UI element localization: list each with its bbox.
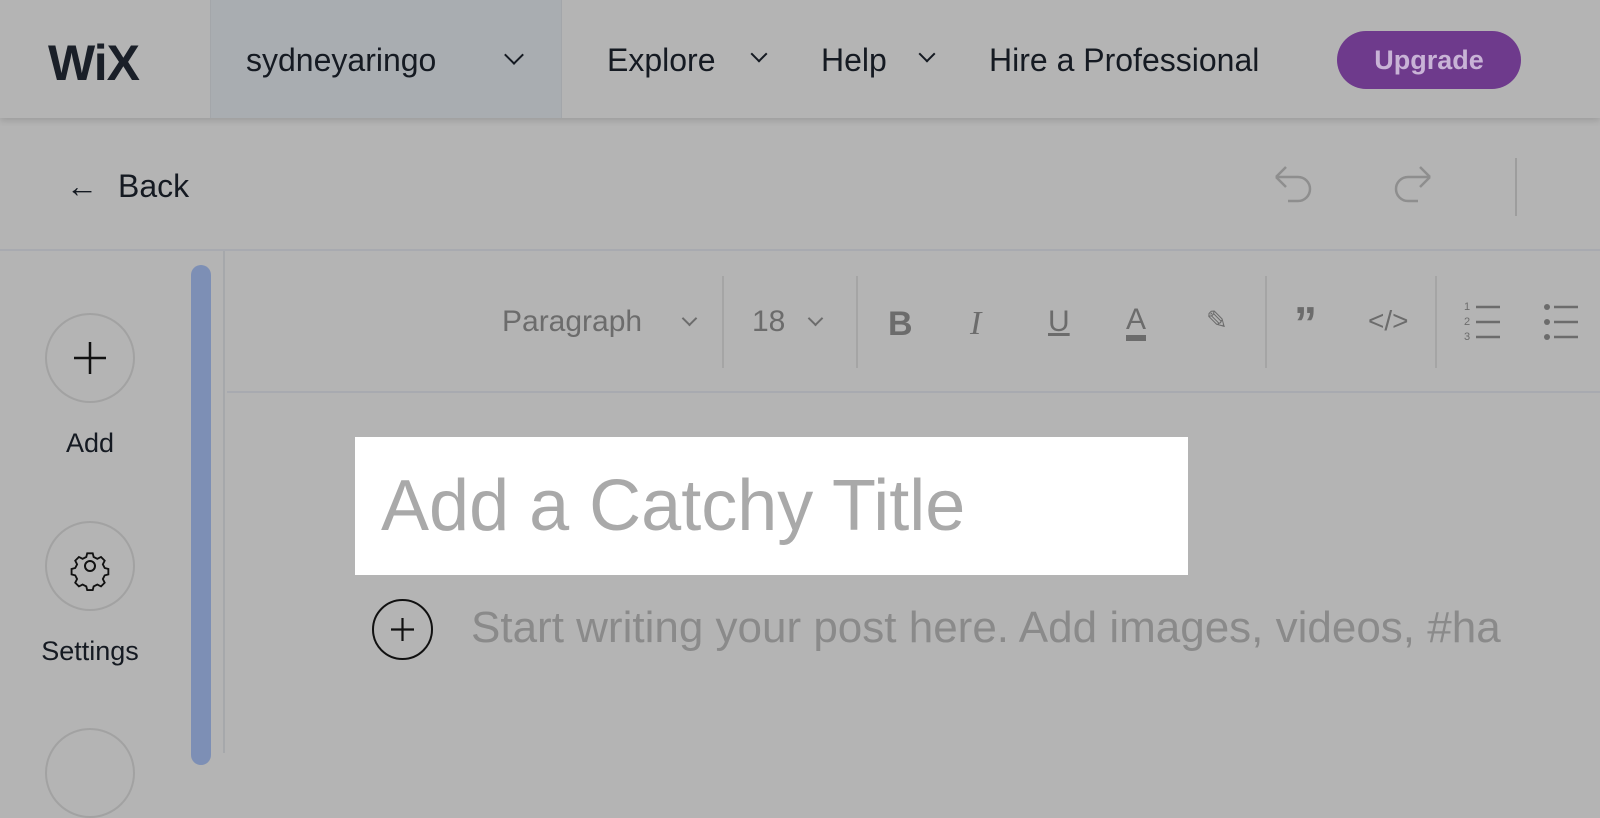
font-size-value: 18 [752, 305, 786, 338]
divider [1435, 276, 1437, 368]
top-bar: WiX sydneyaringo Explore Help Hire a Pro… [0, 0, 1600, 118]
underline-icon[interactable]: U [1048, 305, 1070, 339]
undo-icon[interactable] [1272, 165, 1316, 207]
nav-hire-professional[interactable]: Hire a Professional [989, 42, 1259, 79]
nav-help[interactable]: Help [821, 42, 936, 79]
divider [856, 276, 858, 368]
chevron-down-icon [750, 45, 768, 63]
add-block-button[interactable] [372, 599, 433, 660]
text-color-icon[interactable]: A [1126, 305, 1147, 341]
site-selector[interactable]: sydneyaringo [210, 0, 562, 118]
sidebar-item[interactable] [45, 728, 135, 818]
gear-icon [70, 552, 110, 592]
back-label: Back [118, 168, 190, 204]
quote-icon[interactable]: ” [1294, 300, 1317, 346]
nav-label: Explore [607, 42, 716, 78]
font-size-dropdown[interactable]: 18 [752, 305, 824, 339]
scrollbar[interactable] [191, 265, 211, 765]
title-placeholder: Add a Catchy Title [381, 466, 966, 546]
svg-text:3: 3 [1464, 331, 1470, 342]
site-name: sydneyaringo [246, 42, 437, 78]
paragraph-label: Paragraph [502, 305, 643, 338]
back-bar [0, 118, 1600, 251]
title-input[interactable]: Add a Catchy Title [355, 437, 1188, 575]
highlight-icon[interactable]: ✎ [1206, 305, 1228, 336]
arrow-left-icon: ← [66, 168, 98, 204]
nav-label: Help [821, 42, 887, 78]
bulleted-list-icon[interactable] [1540, 300, 1600, 342]
add-button[interactable] [45, 313, 135, 403]
chevron-down-icon [918, 45, 936, 63]
plus-icon [391, 618, 414, 641]
nav-explore[interactable]: Explore [607, 42, 768, 79]
redo-icon[interactable] [1390, 165, 1434, 207]
svg-text:2: 2 [1464, 316, 1470, 328]
settings-label: Settings [41, 636, 139, 666]
settings-button[interactable] [45, 521, 135, 611]
numbered-list-icon[interactable]: 1 2 3 [1462, 300, 1504, 342]
chevron-down-icon [504, 45, 524, 65]
post-body-input[interactable]: Start writing your post here. Add images… [471, 603, 1501, 653]
divider [1265, 276, 1267, 368]
italic-icon[interactable]: I [970, 305, 981, 343]
add-label: Add [65, 428, 115, 458]
divider [722, 276, 724, 368]
divider [1515, 158, 1517, 216]
back-button[interactable]: ← Back [66, 168, 189, 205]
bold-icon[interactable]: B [888, 305, 913, 344]
plus-icon [74, 342, 106, 374]
upgrade-button[interactable]: Upgrade [1337, 31, 1521, 89]
svg-text:1: 1 [1464, 301, 1470, 313]
code-icon[interactable]: </> [1368, 305, 1408, 337]
paragraph-dropdown[interactable]: Paragraph [502, 305, 698, 339]
wix-logo[interactable]: WiX [48, 34, 140, 92]
